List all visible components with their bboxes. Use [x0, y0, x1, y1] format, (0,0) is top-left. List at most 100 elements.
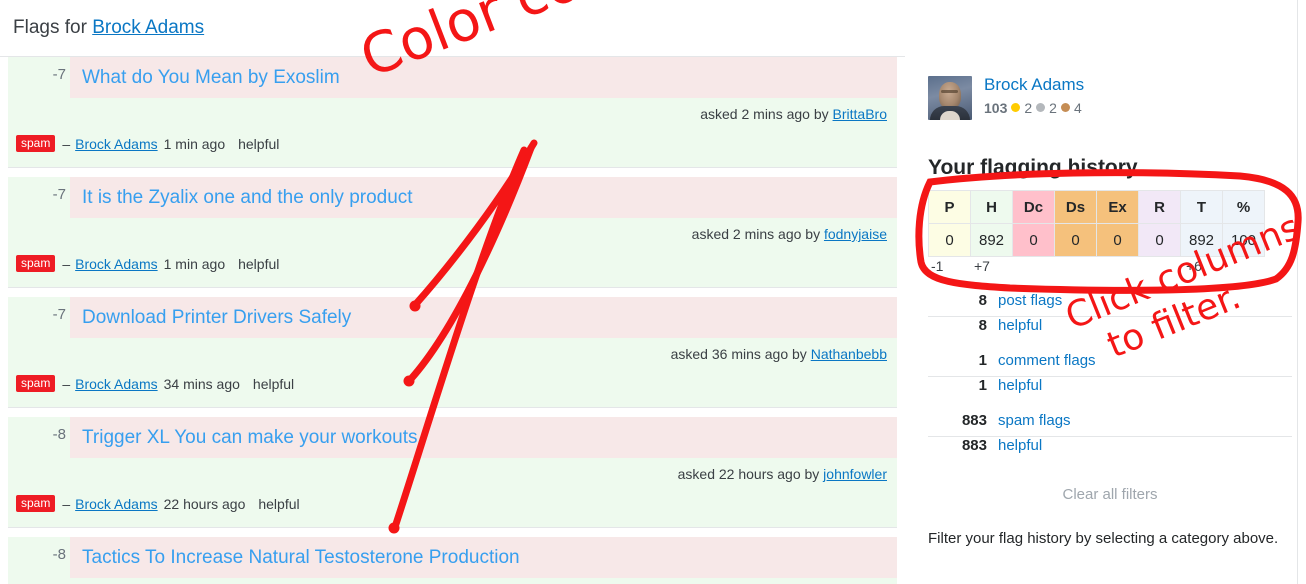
- flagger-link[interactable]: Brock Adams: [75, 496, 157, 512]
- meta-dash: –: [62, 255, 71, 272]
- filter-label[interactable]: spam flags: [998, 412, 1071, 429]
- sidebar-user-link[interactable]: Brock Adams: [984, 75, 1084, 95]
- history-header-row: P H Dc Ds Ex R T %: [928, 190, 1265, 224]
- flag-title-link[interactable]: It is the Zyalix one and the only produc…: [70, 187, 413, 209]
- avatar-face: [939, 82, 961, 109]
- filter-count: 883: [961, 437, 987, 454]
- history-value-row: 0 892 0 0 0 0 892 100: [928, 223, 1265, 257]
- history-value-t[interactable]: 892: [1180, 223, 1223, 257]
- meta-dash: –: [62, 375, 71, 392]
- filter-label[interactable]: helpful: [998, 317, 1042, 334]
- history-value-h[interactable]: 892: [970, 223, 1013, 257]
- reputation-line: 103 2 2 4: [984, 100, 1084, 116]
- history-value-p[interactable]: 0: [928, 223, 971, 257]
- filter-label[interactable]: post flags: [998, 292, 1062, 309]
- spam-badge[interactable]: spam: [16, 255, 56, 272]
- page-header: Flags for Brock Adams: [0, 0, 905, 57]
- flag-asker-link[interactable]: Nathanbebb: [811, 346, 887, 362]
- flag-asked: asked 22 hours ago by johnfowler: [678, 466, 887, 482]
- filter-row-spam-flags[interactable]: 883 spam flags: [928, 412, 1292, 437]
- flag-score: -8: [52, 546, 66, 563]
- filter-row-spam-helpful[interactable]: 883 helpful: [928, 437, 1292, 462]
- flag-time: 1 min ago: [163, 255, 226, 272]
- spam-badge[interactable]: spam: [16, 135, 56, 152]
- flagger-link[interactable]: Brock Adams: [75, 136, 157, 152]
- flag-asked-text: asked 2 mins ago by: [691, 226, 824, 242]
- delta-p: -1: [931, 258, 944, 274]
- flag-list[interactable]: -7 What do You Mean by Exoslim asked 2 m…: [0, 57, 905, 584]
- page-title: Flags for Brock Adams: [0, 17, 204, 39]
- filter-label[interactable]: comment flags: [998, 352, 1096, 369]
- spam-badge[interactable]: spam: [16, 495, 56, 512]
- meta-dash: –: [62, 495, 71, 512]
- flag-top: -7 Download Printer Drivers Safely: [8, 297, 897, 340]
- filter-spacer: [928, 402, 1292, 412]
- flag-item: -7 Download Printer Drivers Safely asked…: [8, 297, 897, 408]
- filter-row-post-helpful[interactable]: 8 helpful: [928, 317, 1292, 342]
- history-col-p[interactable]: P: [928, 190, 971, 224]
- flag-filters: 8 post flags 8 helpful 1 comment flags 1…: [928, 292, 1292, 462]
- flag-score: -7: [52, 66, 66, 83]
- filter-count: 1: [978, 377, 987, 394]
- flag-title-band: Download Printer Drivers Safely: [70, 297, 897, 338]
- flag-asked: asked 2 mins ago by BrittaBro: [700, 106, 887, 122]
- flag-item: -7 What do You Mean by Exoslim asked 2 m…: [8, 57, 897, 168]
- filter-label[interactable]: helpful: [998, 437, 1042, 454]
- avatar[interactable]: [928, 76, 972, 120]
- flag-top: -8 Tactics To Increase Natural Testoster…: [8, 537, 897, 580]
- flag-asker-link[interactable]: BrittaBro: [833, 106, 887, 122]
- user-info: Brock Adams 103 2 2 4: [984, 75, 1084, 120]
- spam-badge[interactable]: spam: [16, 375, 56, 392]
- flag-score: -7: [52, 306, 66, 323]
- flag-meta: spam – Brock Adams 34 mins ago helpful: [16, 375, 294, 392]
- filter-row-post-flags[interactable]: 8 post flags: [928, 292, 1292, 317]
- delta-t: +6: [1186, 258, 1202, 274]
- flag-status: helpful: [238, 255, 280, 272]
- flagger-link[interactable]: Brock Adams: [75, 256, 157, 272]
- filter-count: 883: [961, 412, 987, 429]
- history-col-dc[interactable]: Dc: [1012, 190, 1055, 224]
- history-value-ds[interactable]: 0: [1054, 223, 1097, 257]
- flag-asker-link[interactable]: fodnyjaise: [824, 226, 887, 242]
- clear-all-filters-button[interactable]: Clear all filters: [928, 486, 1292, 503]
- flag-meta: spam – Brock Adams 22 hours ago helpful: [16, 495, 300, 512]
- history-value-percent[interactable]: 100: [1222, 223, 1265, 257]
- filter-row-comment-flags[interactable]: 1 comment flags: [928, 352, 1292, 377]
- flag-meta: spam – Brock Adams 1 min ago helpful: [16, 135, 279, 152]
- page-title-user-link[interactable]: Brock Adams: [92, 17, 204, 38]
- flag-asked-text: asked 2 mins ago by: [700, 106, 833, 122]
- filter-row-comment-helpful[interactable]: 1 helpful: [928, 377, 1292, 402]
- flag-status: helpful: [238, 135, 280, 152]
- sidebar: Brock Adams 103 2 2 4 Your flagging hist…: [922, 0, 1298, 584]
- flag-item: -8 Tactics To Increase Natural Testoster…: [8, 537, 897, 584]
- gold-badge-icon: [1011, 103, 1021, 113]
- flag-title-link[interactable]: What do You Mean by Exoslim: [70, 67, 340, 89]
- flag-item: -8 Trigger XL You can make your workouts…: [8, 417, 897, 528]
- history-col-ex[interactable]: Ex: [1096, 190, 1139, 224]
- filter-count: 1: [978, 352, 987, 369]
- history-col-percent[interactable]: %: [1222, 190, 1265, 224]
- history-col-t[interactable]: T: [1180, 190, 1223, 224]
- flag-title-link[interactable]: Trigger XL You can make your workouts: [70, 427, 418, 449]
- history-col-h[interactable]: H: [970, 190, 1013, 224]
- sidebar-divider: [1297, 0, 1298, 584]
- history-value-dc[interactable]: 0: [1012, 223, 1055, 257]
- flag-status: helpful: [252, 375, 295, 392]
- flag-asker-link[interactable]: johnfowler: [823, 466, 887, 482]
- page-title-prefix: Flags for: [13, 17, 93, 38]
- flag-top: -7 What do You Mean by Exoslim: [8, 57, 897, 100]
- flagger-link[interactable]: Brock Adams: [75, 376, 157, 392]
- flag-item: -7 It is the Zyalix one and the only pro…: [8, 177, 897, 288]
- flagging-history-table[interactable]: P H Dc Ds Ex R T % 0 892 0 0 0 0 892 100: [928, 190, 1265, 257]
- history-value-r[interactable]: 0: [1138, 223, 1181, 257]
- history-value-ex[interactable]: 0: [1096, 223, 1139, 257]
- flagging-history-heading: Your flagging history: [928, 156, 1138, 179]
- history-col-r[interactable]: R: [1138, 190, 1181, 224]
- filter-label[interactable]: helpful: [998, 377, 1042, 394]
- flag-meta: spam – Brock Adams 1 min ago helpful: [16, 255, 279, 272]
- history-col-ds[interactable]: Ds: [1054, 190, 1097, 224]
- filter-count: 8: [978, 317, 987, 334]
- flag-time: 34 mins ago: [163, 375, 240, 392]
- flag-title-link[interactable]: Tactics To Increase Natural Testosterone…: [70, 547, 520, 569]
- flag-title-link[interactable]: Download Printer Drivers Safely: [70, 307, 351, 329]
